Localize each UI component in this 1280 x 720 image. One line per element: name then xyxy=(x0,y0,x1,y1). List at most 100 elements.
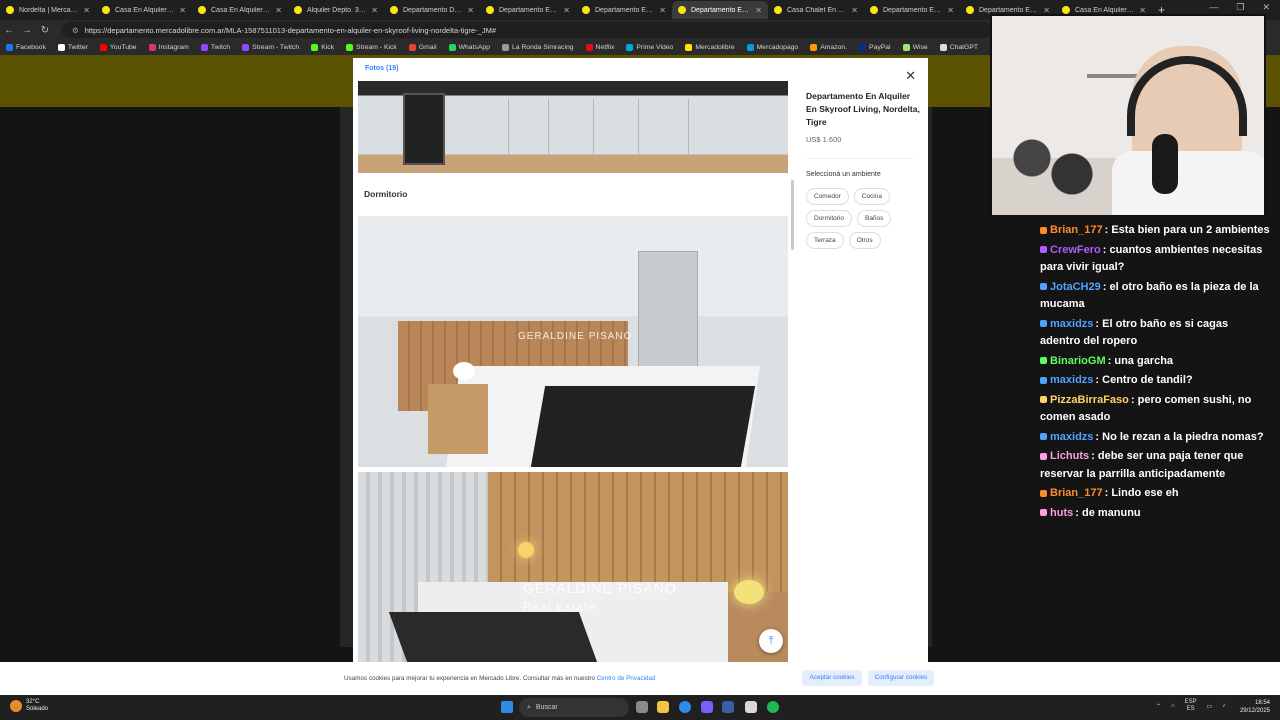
room-chip[interactable]: Comedor xyxy=(806,188,849,205)
gallery-scrollbar[interactable] xyxy=(791,180,794,250)
site-info-icon[interactable]: ⚙ xyxy=(72,26,79,35)
browser-tab[interactable]: Departamento Dúplex En ✕ xyxy=(384,1,480,19)
task-view-icon[interactable] xyxy=(636,701,648,713)
bookmark-item[interactable]: La Ronda Simracing xyxy=(501,44,574,51)
chat-username[interactable]: maxidzs xyxy=(1050,374,1093,386)
bookmark-item[interactable]: YouTube xyxy=(99,44,137,51)
bookmark-item[interactable]: Mercadolibre xyxy=(685,44,735,51)
room-chip[interactable]: Cocina xyxy=(853,188,890,205)
forward-icon[interactable]: → xyxy=(18,25,36,36)
bookmark-item[interactable]: Prime Video xyxy=(626,44,673,51)
taskbar-search[interactable]: ⌕ Buscar xyxy=(519,698,629,717)
browser-tab[interactable]: Casa En Alquiler Ubicado ✕ xyxy=(96,1,192,19)
accept-cookies-button[interactable]: Aceptar cookies xyxy=(802,670,862,686)
close-tab-icon[interactable]: ✕ xyxy=(947,6,954,15)
bookmark-item[interactable]: Mercadopago xyxy=(746,44,798,51)
room-chip[interactable]: Baños xyxy=(856,210,892,227)
browser-tab[interactable]: Alquiler Depto. 3 Ambien ✕ xyxy=(288,1,384,19)
chat-username[interactable]: maxidzs xyxy=(1050,431,1093,443)
chat-username[interactable]: CrewFero xyxy=(1050,244,1101,256)
bookmark-item[interactable]: Gmail xyxy=(408,44,437,51)
bookmark-item[interactable]: Instagram xyxy=(148,44,189,51)
bookmark-favicon-icon xyxy=(859,44,867,51)
chat-message: BinarioGM: una garcha xyxy=(1040,353,1270,371)
close-tab-icon[interactable]: ✕ xyxy=(179,6,186,15)
close-tab-icon[interactable]: ✕ xyxy=(563,6,570,15)
close-tab-icon[interactable]: ✕ xyxy=(371,6,378,15)
discord-icon[interactable] xyxy=(701,701,713,713)
file-explorer-icon[interactable] xyxy=(657,701,669,713)
close-tab-icon[interactable]: ✕ xyxy=(275,6,282,15)
privacy-center-link[interactable]: Centro de Privacidad xyxy=(597,675,656,682)
configure-cookies-button[interactable]: Configurar cookies xyxy=(868,670,934,686)
chat-username[interactable]: Lichuts xyxy=(1050,450,1089,462)
bookmark-item[interactable]: Twitch xyxy=(200,44,230,51)
steam-icon[interactable] xyxy=(722,701,734,713)
browser-tab[interactable]: Nordelta | Mercado Libre ✕ xyxy=(0,1,96,19)
room-chip[interactable]: Terraza xyxy=(806,232,844,249)
bookmark-item[interactable]: Netflix xyxy=(585,44,614,51)
scroll-to-top-button[interactable]: ⤒ xyxy=(759,629,783,653)
close-tab-icon[interactable]: ✕ xyxy=(467,6,474,15)
volume-icon[interactable]: ♪ xyxy=(1222,703,1225,709)
bookmark-item[interactable]: ChatGPT xyxy=(939,44,978,51)
browser-tab[interactable]: Casa Chalet En Alquiler E ✕ xyxy=(768,1,864,19)
photo-bedroom-2[interactable]: GERALDINE PISANO Real Estate ⤒ xyxy=(358,472,788,662)
browser-tab[interactable]: Departamento En Alquile ✕ xyxy=(480,1,576,19)
close-tab-icon[interactable]: ✕ xyxy=(755,6,762,15)
room-chip[interactable]: Dormitorio xyxy=(806,210,852,227)
reload-icon[interactable]: ↻ xyxy=(36,25,54,36)
bookmark-item[interactable]: WhatsApp xyxy=(448,44,490,51)
chat-username[interactable]: BinarioGM xyxy=(1050,355,1106,367)
windows-start-icon[interactable] xyxy=(501,701,513,713)
display-icon[interactable]: ▭ xyxy=(1207,703,1213,710)
room-chip[interactable]: Otros xyxy=(848,232,881,249)
bookmark-item[interactable]: Wise xyxy=(902,44,928,51)
bookmark-item[interactable]: PayPal xyxy=(859,44,891,51)
close-tab-icon[interactable]: ✕ xyxy=(659,6,666,15)
chat-username[interactable]: Brian_177 xyxy=(1050,224,1103,236)
browser-tab[interactable]: Departamento En Alquile ✕ xyxy=(672,1,768,19)
chat-badge-icon xyxy=(1040,246,1047,254)
browser-tab[interactable]: Departamento En Alquile ✕ xyxy=(576,1,672,19)
close-icon[interactable]: ✕ xyxy=(905,68,916,84)
url-input[interactable]: ⚙ https://departamento.mercadolibre.com.… xyxy=(62,22,992,38)
chat-username[interactable]: JotaCH29 xyxy=(1050,281,1101,293)
chat-username[interactable]: Brian_177 xyxy=(1050,487,1103,499)
back-icon[interactable]: ← xyxy=(0,25,18,36)
network-icon[interactable]: ⌂ xyxy=(1171,703,1175,709)
minimize-icon[interactable]: — xyxy=(1209,2,1218,13)
system-tray: ⌃ ⌂ ESP ES ▭ ♪ xyxy=(1156,699,1225,713)
browser-tab[interactable]: Casa En Alquiler En Casta ✕ xyxy=(192,1,288,19)
photos-tab[interactable]: Fotos (19) xyxy=(365,65,398,72)
browser-tab[interactable]: Departamento En Alquile ✕ xyxy=(864,1,960,19)
bookmark-item[interactable]: Amazon. xyxy=(810,44,847,51)
bookmark-item[interactable]: Stream - Twitch xyxy=(242,44,299,51)
chevron-up-icon[interactable]: ⌃ xyxy=(1156,703,1161,710)
edge-icon[interactable] xyxy=(679,701,691,713)
chat-username[interactable]: maxidzs xyxy=(1050,318,1093,330)
gallery-pane[interactable]: Fotos (19) Dormitorio GERALDINE PISANO G… xyxy=(358,58,788,662)
app-icon[interactable] xyxy=(745,701,757,713)
mercadolibre-favicon-icon xyxy=(486,6,494,14)
bookmark-item[interactable]: Facebook xyxy=(6,44,46,51)
close-tab-icon[interactable]: ✕ xyxy=(83,6,90,15)
weather-widget[interactable]: 32°C Soleado xyxy=(10,699,48,713)
photo-kitchen[interactable] xyxy=(358,81,788,173)
close-tab-icon[interactable]: ✕ xyxy=(851,6,858,15)
oven-shape xyxy=(403,93,445,165)
chat-username[interactable]: PizzaBirraFaso xyxy=(1050,394,1129,406)
restore-icon[interactable]: ❐ xyxy=(1236,2,1244,13)
language-indicator[interactable]: ESP ES xyxy=(1185,699,1197,713)
clock[interactable]: 18:54 29/12/2025 xyxy=(1240,699,1270,715)
bookmark-item[interactable]: Kick xyxy=(311,44,334,51)
bookmark-label: Amazon. xyxy=(820,44,848,51)
close-window-icon[interactable]: ✕ xyxy=(1262,2,1270,13)
bookmark-item[interactable]: Twitter xyxy=(57,44,88,51)
spotify-icon[interactable] xyxy=(767,701,779,713)
bookmark-item[interactable]: Stream - Kick xyxy=(346,44,397,51)
chat-username[interactable]: huts xyxy=(1050,507,1073,519)
photo-bedroom-1[interactable]: GERALDINE PISANO xyxy=(358,216,788,467)
search-placeholder: Buscar xyxy=(535,704,558,711)
bookmark-favicon-icon xyxy=(939,44,947,51)
